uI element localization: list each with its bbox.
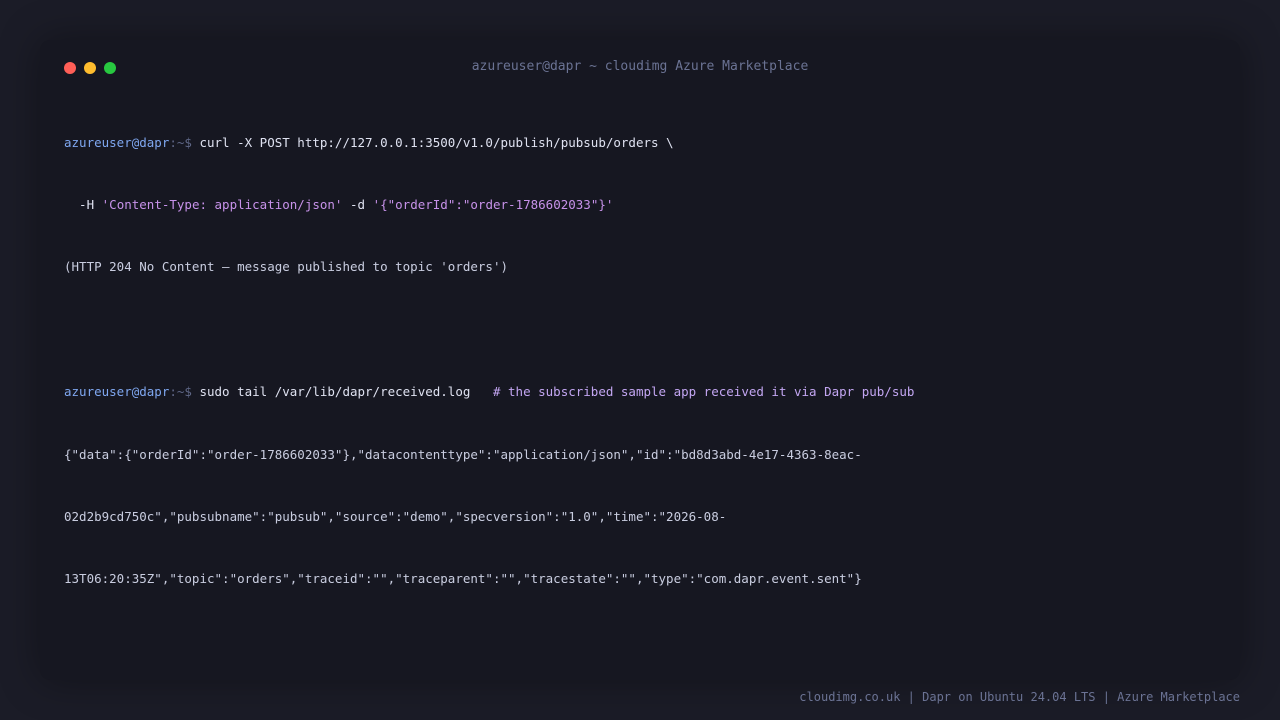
command-line: azureuser@dapr:~$ sudo tail /var/lib/dap…: [64, 382, 1216, 403]
prompt-separator: :~$: [169, 134, 192, 150]
command-string: '{"orderId":"order-1786602033"}': [372, 196, 614, 212]
command-text: curl -X POST http://127.0.0.1:3500/v1.0/…: [191, 134, 674, 150]
command-text: -H: [64, 196, 102, 212]
output-line: 13T06:20:35Z","topic":"orders","traceid"…: [64, 571, 862, 587]
footer-text: cloudimg.co.uk | Dapr on Ubuntu 24.04 LT…: [799, 690, 1240, 704]
terminal-window: azureuser@dapr ~ cloudimg Azure Marketpl…: [40, 40, 1240, 680]
window-title: azureuser@dapr ~ cloudimg Azure Marketpl…: [471, 59, 809, 74]
command-text: -d: [342, 196, 373, 212]
command-line: azureuser@dapr:~$ curl -X POST http://12…: [64, 133, 1216, 154]
command-continuation: -H 'Content-Type: application/json' -d '…: [64, 195, 1216, 216]
command-text: sudo tail /var/lib/dapr/received.log: [191, 384, 493, 400]
command-string: 'Content-Type: application/json': [101, 196, 343, 212]
output-line: 02d2b9cd750c","pubsubname":"pubsub","sou…: [64, 508, 727, 524]
command-comment: # the subscribed sample app received it …: [492, 384, 915, 400]
output-line: {"data":{"orderId":"order-1786602033"},"…: [64, 446, 862, 462]
terminal-output[interactable]: azureuser@dapr:~$ curl -X POST http://12…: [64, 91, 1216, 632]
prompt-separator: :~$: [169, 384, 192, 400]
title-bar: azureuser@dapr ~ cloudimg Azure Marketpl…: [40, 40, 1240, 96]
output-line: (HTTP 204 No Content — message published…: [64, 259, 509, 275]
prompt-user: azureuser@dapr: [64, 384, 170, 400]
prompt-user: azureuser@dapr: [64, 134, 170, 150]
